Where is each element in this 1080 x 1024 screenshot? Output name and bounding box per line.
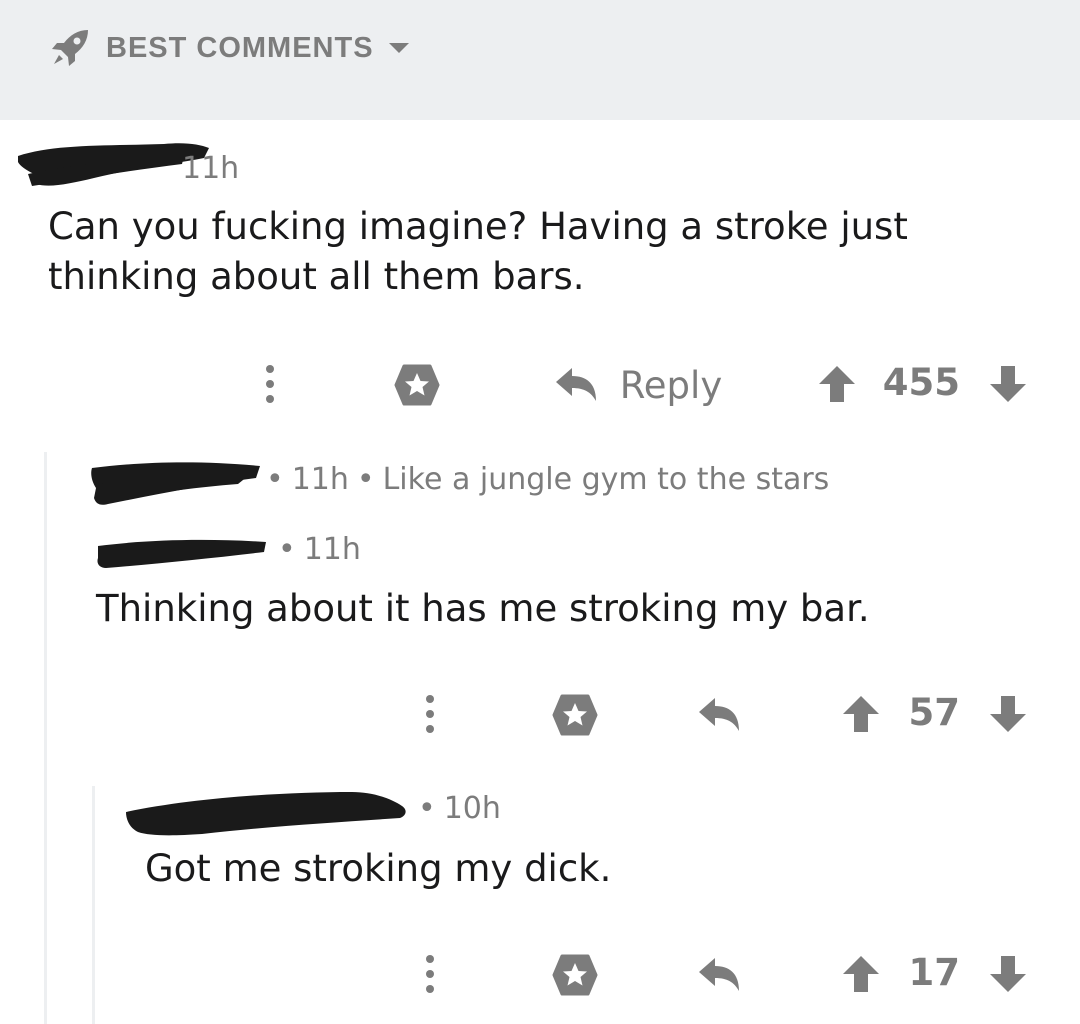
more-vertical-icon [426, 955, 434, 993]
separator-dot: • [356, 462, 375, 497]
redacted-username [126, 792, 406, 836]
reply-arrow-icon [699, 698, 739, 731]
separator-dot: • [278, 532, 296, 567]
award-button[interactable] [550, 950, 600, 1000]
separator-dot: • [418, 791, 436, 826]
comment-meta: • 11h [270, 532, 361, 567]
comment-body-line: Can you fucking imagine? Having a stroke… [48, 205, 908, 248]
redacted-username [91, 462, 260, 505]
comment-body: Can you fucking imagine? Having a stroke… [48, 202, 1048, 302]
reply-label: Reply [619, 363, 723, 407]
more-options-button[interactable] [414, 952, 446, 996]
thread-line[interactable] [44, 452, 47, 1024]
rocket-icon [52, 30, 88, 66]
downvote-button[interactable] [987, 362, 1029, 406]
redacted-username [97, 539, 267, 568]
downvote-button[interactable] [987, 952, 1029, 996]
sort-label: BEST COMMENTS [106, 31, 374, 64]
award-icon [552, 954, 598, 996]
vote-score: 57 [908, 691, 961, 734]
reply-button[interactable] [694, 950, 744, 1000]
reply-arrow-icon [699, 958, 739, 991]
reply-arrow-icon [555, 368, 596, 401]
comment-time: 11h [182, 151, 240, 186]
upvote-button[interactable] [840, 692, 882, 736]
upvote-arrow-icon [819, 366, 855, 402]
downvote-button[interactable] [987, 692, 1029, 736]
award-button[interactable] [392, 360, 442, 410]
separator-dot: • [266, 462, 284, 497]
comment-meta: • 10h [410, 791, 501, 826]
comment-time: 10h [443, 791, 501, 826]
downvote-arrow-icon [990, 696, 1026, 732]
comment-body: Got me stroking my dick. [145, 847, 612, 890]
thread-line[interactable] [92, 786, 95, 1024]
upvote-arrow-icon [843, 696, 879, 732]
comments-sort-bar: BEST COMMENTS [0, 0, 1080, 120]
award-icon [394, 364, 440, 406]
chevron-down-icon [388, 43, 409, 53]
comment-body-line: thinking about all them bars. [48, 255, 585, 298]
more-vertical-icon [266, 365, 274, 403]
award-icon [552, 694, 598, 736]
comment-body: Thinking about it has me stroking my bar… [96, 587, 870, 630]
more-options-button[interactable] [254, 362, 286, 406]
comment-time: 11h [303, 532, 361, 567]
reply-button[interactable]: Reply [538, 358, 738, 412]
vote-score: 17 [908, 951, 961, 994]
comment-meta: 11h [182, 151, 239, 186]
vote-score: 455 [882, 361, 960, 404]
reply-button[interactable] [694, 690, 744, 740]
downvote-arrow-icon [990, 956, 1026, 992]
upvote-arrow-icon [843, 956, 879, 992]
comment-meta: • 11h • Like a jungle gym to the stars [258, 462, 829, 497]
downvote-arrow-icon [990, 366, 1026, 402]
upvote-button[interactable] [840, 952, 882, 996]
user-flair: Like a jungle gym to the stars [382, 462, 830, 497]
more-vertical-icon [426, 695, 434, 733]
award-button[interactable] [550, 690, 600, 740]
upvote-button[interactable] [816, 362, 858, 406]
comment-time: 11h [291, 462, 349, 497]
sort-dropdown[interactable]: BEST COMMENTS [48, 26, 410, 70]
more-options-button[interactable] [414, 692, 446, 736]
